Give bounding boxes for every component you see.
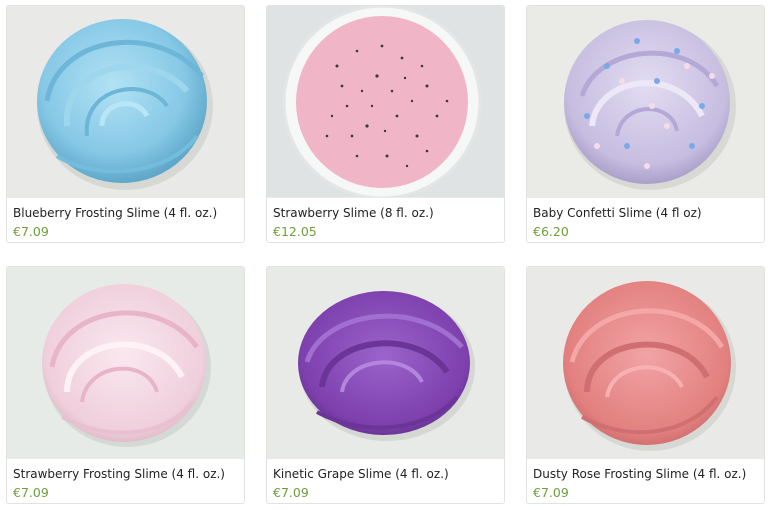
product-price: €12.05 <box>273 224 317 239</box>
product-info: Blueberry Frosting Slime (4 fl. oz.) €7.… <box>7 197 244 242</box>
product-card[interactable]: Strawberry Frosting Slime (4 fl. oz.) €7… <box>6 266 245 504</box>
product-title[interactable]: Baby Confetti Slime (4 fl oz) <box>533 206 760 221</box>
product-price: €6.20 <box>533 224 569 239</box>
product-info: Dusty Rose Frosting Slime (4 fl. oz.) €7… <box>527 458 764 503</box>
product-image[interactable] <box>527 6 764 197</box>
product-image[interactable] <box>527 267 764 458</box>
product-title[interactable]: Strawberry Frosting Slime (4 fl. oz.) <box>13 467 240 482</box>
product-image[interactable] <box>267 6 504 197</box>
product-image[interactable] <box>7 6 244 197</box>
product-price: €7.09 <box>13 224 49 239</box>
product-card[interactable]: Blueberry Frosting Slime (4 fl. oz.) €7.… <box>6 5 245 243</box>
product-image[interactable] <box>7 267 244 458</box>
product-card[interactable]: Dusty Rose Frosting Slime (4 fl. oz.) €7… <box>526 266 765 504</box>
product-info: Strawberry Slime (8 fl. oz.) €12.05 <box>267 197 504 242</box>
product-grid: Blueberry Frosting Slime (4 fl. oz.) €7.… <box>0 0 772 510</box>
product-price: €7.09 <box>273 485 309 500</box>
product-info: Baby Confetti Slime (4 fl oz) €6.20 <box>527 197 764 242</box>
product-image[interactable] <box>267 267 504 458</box>
product-title[interactable]: Blueberry Frosting Slime (4 fl. oz.) <box>13 206 240 221</box>
product-title[interactable]: Dusty Rose Frosting Slime (4 fl. oz.) <box>533 467 760 482</box>
product-info: Strawberry Frosting Slime (4 fl. oz.) €7… <box>7 458 244 503</box>
product-card[interactable]: Baby Confetti Slime (4 fl oz) €6.20 <box>526 5 765 243</box>
product-price: €7.09 <box>13 485 49 500</box>
product-title[interactable]: Strawberry Slime (8 fl. oz.) <box>273 206 500 221</box>
product-info: Kinetic Grape Slime (4 fl. oz.) €7.09 <box>267 458 504 503</box>
product-card[interactable]: Kinetic Grape Slime (4 fl. oz.) €7.09 <box>266 266 505 504</box>
product-title[interactable]: Kinetic Grape Slime (4 fl. oz.) <box>273 467 500 482</box>
product-price: €7.09 <box>533 485 569 500</box>
product-card[interactable]: Strawberry Slime (8 fl. oz.) €12.05 <box>266 5 505 243</box>
